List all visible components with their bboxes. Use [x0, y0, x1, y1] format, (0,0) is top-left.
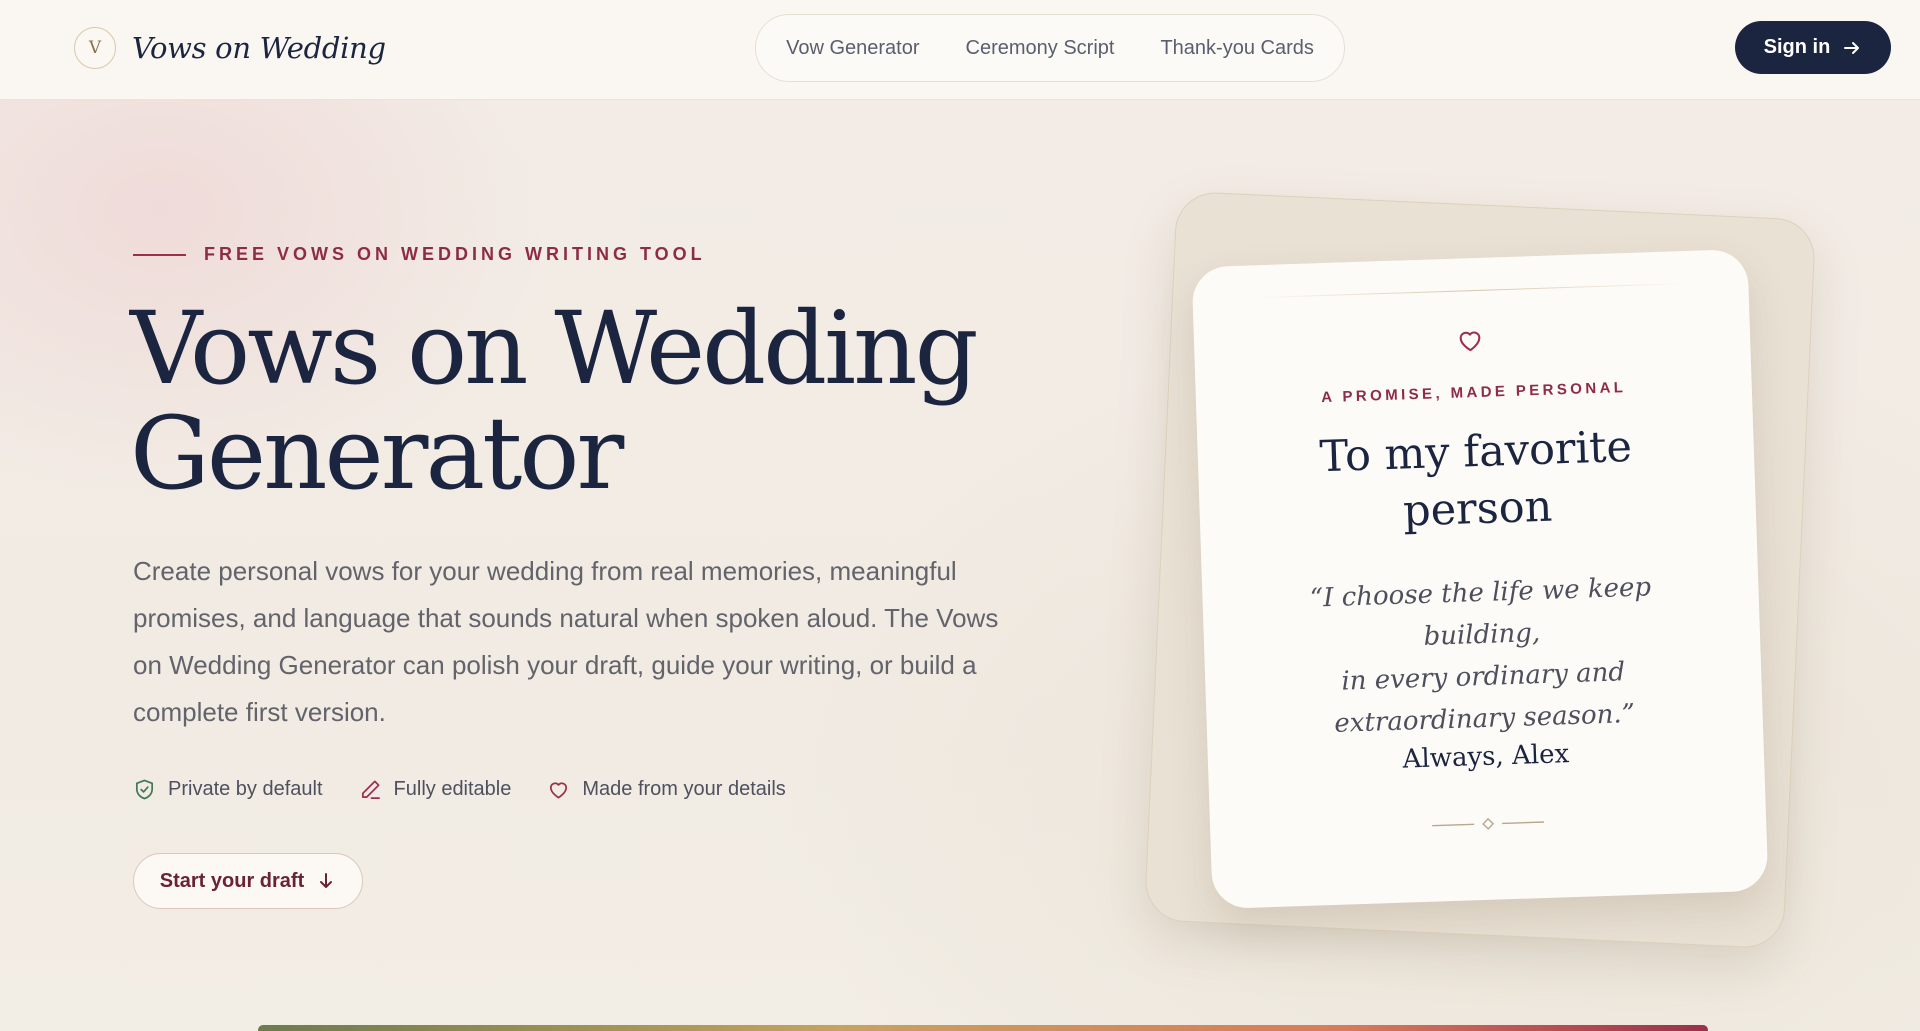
start-draft-label: Start your draft [159, 869, 305, 892]
brand-name: Vows on Wedding [132, 31, 386, 65]
page-title-line-2: Generator [130, 395, 624, 512]
card-divider [1252, 282, 1689, 299]
arrow-down-icon [320, 873, 333, 888]
feature-details: Made from your details [547, 778, 786, 801]
main-nav: Vow Generator Ceremony Script Thank-you … [755, 14, 1345, 82]
heart-icon [1459, 331, 1481, 352]
arrow-right-icon [1844, 41, 1860, 54]
page-title-line-1: Vows on Wedding [130, 290, 979, 407]
nav-vow-generator[interactable]: Vow Generator [763, 37, 942, 60]
page-title: Vows on Wedding Generator [130, 296, 1030, 506]
card-title-line-2: person [1402, 481, 1554, 537]
card-quote-line-2: in every ordinary and [1340, 657, 1626, 697]
diamond-ornament-icon [1432, 817, 1545, 830]
feature-label: Made from your details [582, 778, 786, 800]
feature-label: Fully editable [393, 778, 512, 800]
card-quote-line-3: extraordinary season.” [1333, 698, 1636, 739]
card-kicker: A PROMISE, MADE PERSONAL [1320, 379, 1627, 407]
eyebrow-text: FREE VOWS ON WEDDING WRITING TOOL [204, 244, 706, 264]
next-section-edge [258, 1025, 1708, 1031]
card-quote: “I choose the life we keep building, in … [1252, 564, 1713, 747]
eyebrow-divider [133, 253, 186, 256]
eyebrow: FREE VOWS ON WEDDING WRITING TOOL [133, 244, 706, 265]
card-title-line-1: To my favorite [1318, 421, 1633, 483]
feature-editable: Fully editable [359, 778, 512, 801]
vow-preview-card: A PROMISE, MADE PERSONAL To my favorite … [1191, 248, 1769, 910]
logo-mark: V [74, 27, 116, 69]
feature-label: Private by default [168, 778, 323, 800]
card-title: To my favorite person [1237, 416, 1717, 546]
nav-ceremony-script[interactable]: Ceremony Script [943, 37, 1138, 60]
hero-description: Create personal vows for your wedding fr… [133, 556, 999, 727]
brand-logo-link[interactable]: V Vows on Wedding [74, 26, 386, 70]
heart-icon [550, 782, 568, 799]
top-navigation-bar: V Vows on Wedding Vow Generator Ceremony… [0, 0, 1920, 100]
feature-list: Private by default Fully editable Made f… [133, 778, 822, 801]
nav-thank-you-cards[interactable]: Thank-you Cards [1137, 37, 1336, 60]
sign-in-label: Sign in [1763, 36, 1831, 58]
shield-check-icon [135, 779, 154, 800]
start-draft-button[interactable]: Start your draft [133, 853, 363, 909]
pencil-icon [361, 780, 380, 799]
sign-in-button[interactable]: Sign in [1735, 21, 1891, 74]
card-quote-line-1: “I choose the life we keep building, [1309, 572, 1652, 652]
feature-private: Private by default [133, 778, 323, 801]
